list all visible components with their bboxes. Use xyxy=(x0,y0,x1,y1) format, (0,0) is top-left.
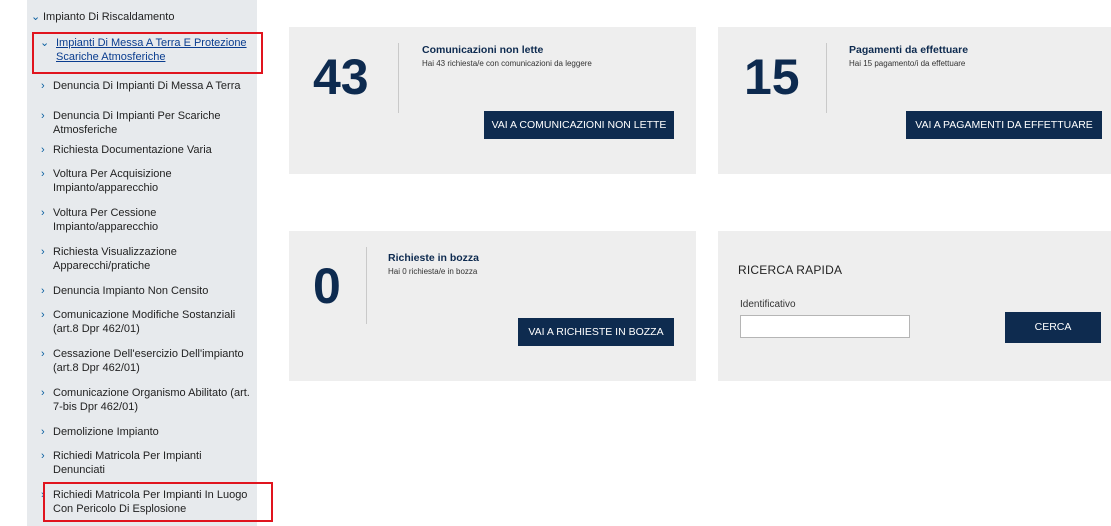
sidebar-item-label: Richiesta Documentazione Varia xyxy=(53,144,212,156)
sidebar-item-label: Denuncia Di Impianti Per Scariche Atmosf… xyxy=(53,110,221,136)
sidebar-menu: ⌄ Impianto Di Riscaldamento ⌄ Impianti D… xyxy=(27,0,257,526)
chevron-right-icon: › xyxy=(41,80,45,92)
divider xyxy=(366,247,367,324)
chevron-right-icon: › xyxy=(41,387,45,399)
vai-pagamenti-button[interactable]: VAI A PAGAMENTI DA EFFETTUARE xyxy=(906,111,1102,139)
bozza-count: 0 xyxy=(313,258,341,314)
highlight-box xyxy=(32,32,263,74)
divider xyxy=(826,43,827,113)
sidebar-item-label: Comunicazione Organismo Abilitato (art. … xyxy=(53,387,250,413)
sidebar-item-label: Voltura Per Cessione Impianto/apparecchi… xyxy=(53,207,159,233)
bozza-subtitle: Hai 0 richiesta/e in bozza xyxy=(388,267,478,276)
sidebar-item-label: Demolizione Impianto xyxy=(53,426,159,438)
chevron-right-icon: › xyxy=(41,207,45,219)
card-pagamenti: 15 Pagamenti da effettuare Hai 15 pagame… xyxy=(718,27,1111,174)
comunicazioni-count: 43 xyxy=(313,49,369,105)
identificativo-label: Identificativo xyxy=(740,299,796,310)
comunicazioni-subtitle: Hai 43 richiesta/e con comunicazioni da … xyxy=(422,59,592,68)
chevron-right-icon: › xyxy=(41,246,45,258)
chevron-right-icon: › xyxy=(41,144,45,156)
divider xyxy=(398,43,399,113)
pagamenti-subtitle: Hai 15 pagamento/i da effettuare xyxy=(849,59,966,68)
pagamenti-count: 15 xyxy=(744,49,800,105)
vai-comunicazioni-button[interactable]: VAI A COMUNICAZIONI NON LETTE xyxy=(484,111,674,139)
chevron-right-icon: › xyxy=(41,450,45,462)
chevron-down-icon: ⌄ xyxy=(31,11,41,23)
sidebar-item-label: Impianto Di Riscaldamento xyxy=(43,11,175,23)
chevron-right-icon: › xyxy=(41,426,45,438)
pagamenti-title: Pagamenti da effettuare xyxy=(849,44,969,56)
card-bozza: 0 Richieste in bozza Hai 0 richiesta/e i… xyxy=(289,231,696,381)
ricerca-rapida-title: RICERCA RAPIDA xyxy=(738,263,843,277)
identificativo-input[interactable] xyxy=(740,315,910,338)
sidebar-item-label: Cessazione Dell'esercizio Dell'impianto … xyxy=(53,348,244,374)
sidebar-item-label: Richiedi Matricola Per Impianti Denuncia… xyxy=(53,450,202,476)
sidebar-item-label: Richiesta Visualizzazione Apparecchi/pra… xyxy=(53,246,177,272)
chevron-right-icon: › xyxy=(41,285,45,297)
highlight-box xyxy=(43,482,273,522)
card-ricerca-rapida: RICERCA RAPIDA Identificativo CERCA xyxy=(718,231,1111,381)
chevron-right-icon: › xyxy=(41,348,45,360)
vai-bozza-button[interactable]: VAI A RICHIESTE IN BOZZA xyxy=(518,318,674,346)
chevron-right-icon: › xyxy=(41,110,45,122)
comunicazioni-title: Comunicazioni non lette xyxy=(422,44,544,56)
sidebar-item-label: Voltura Per Acquisizione Impianto/appare… xyxy=(53,168,172,194)
cerca-button[interactable]: CERCA xyxy=(1005,312,1101,343)
sidebar-item-label: Denuncia Impianto Non Censito xyxy=(53,285,209,297)
card-comunicazioni: 43 Comunicazioni non lette Hai 43 richie… xyxy=(289,27,696,174)
sidebar-item-label: Denuncia Di Impianti Di Messa A Terra xyxy=(53,80,241,92)
chevron-right-icon: › xyxy=(41,309,45,321)
sidebar-item-label: Comunicazione Modifiche Sostanziali (art… xyxy=(53,309,236,335)
bozza-title: Richieste in bozza xyxy=(388,252,480,264)
chevron-right-icon: › xyxy=(41,168,45,180)
